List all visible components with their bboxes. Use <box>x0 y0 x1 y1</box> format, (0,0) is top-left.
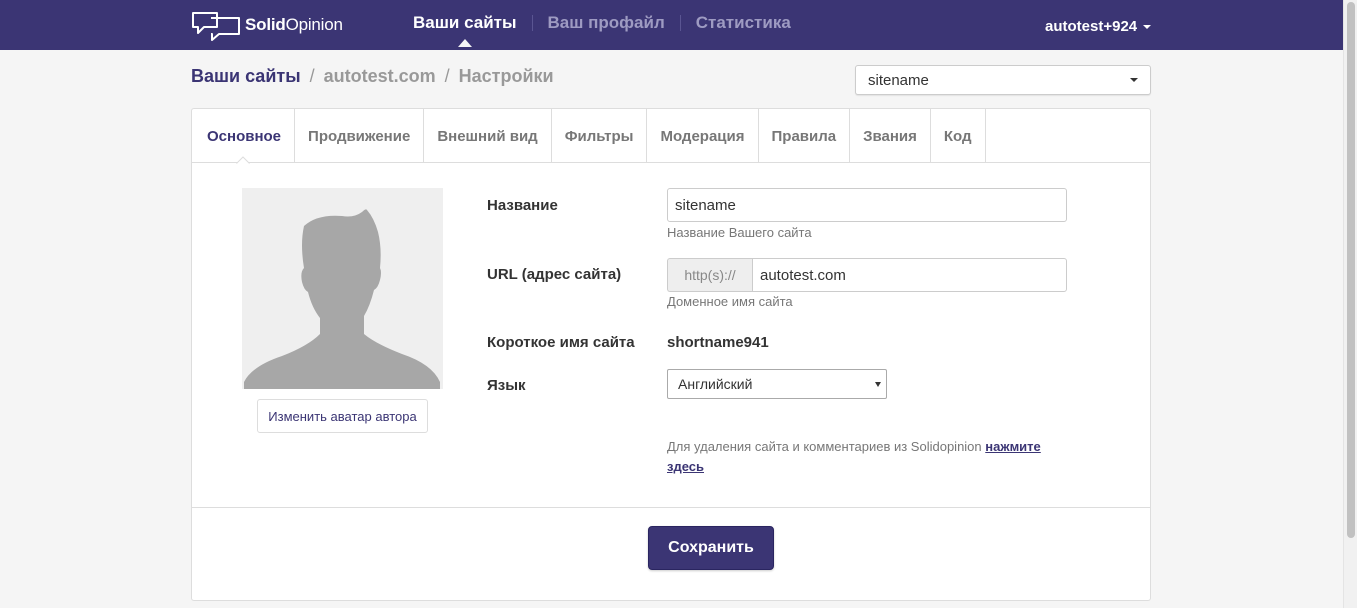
caret-down-icon <box>875 382 881 387</box>
site-name-input[interactable] <box>667 188 1067 222</box>
language-select[interactable]: Английский <box>667 369 887 399</box>
caret-down-icon <box>1143 24 1152 29</box>
top-navbar: SolidOpinion Ваши сайты Ваш профайл Стат… <box>0 0 1343 50</box>
main-nav: Ваши сайты Ваш профайл Статистика <box>413 0 791 50</box>
breadcrumb-separator: / <box>309 66 315 86</box>
active-tab-pointer <box>236 156 250 164</box>
site-name-label: Название <box>487 197 558 214</box>
breadcrumb-your-sites[interactable]: Ваши сайты <box>191 66 301 87</box>
site-name-help: Название Вашего сайта <box>667 225 812 240</box>
site-selector[interactable]: sitename <box>855 65 1151 95</box>
settings-tabs: Основное Продвижение Внешний вид Фильтры… <box>192 109 1150 164</box>
logo-text: SolidOpinion <box>245 15 343 34</box>
nav-item-statistics[interactable]: Статистика <box>696 0 791 33</box>
tab-code[interactable]: Код <box>931 109 986 163</box>
scrollbar-thumb[interactable] <box>1347 2 1355 538</box>
breadcrumb: Ваши сайты / autotest.com / Настройки <box>191 66 554 87</box>
site-selector-value: sitename <box>868 72 929 89</box>
nav-divider <box>531 15 533 31</box>
delete-site-note: Для удаления сайта и комментариев из Sol… <box>667 439 1041 474</box>
user-menu[interactable]: autotest+924 <box>1045 18 1152 35</box>
site-url-group: http(s):// <box>667 258 1067 292</box>
nav-item-your-sites[interactable]: Ваши сайты <box>413 0 517 47</box>
tab-appearance[interactable]: Внешний вид <box>424 109 552 163</box>
tab-moderation[interactable]: Модерация <box>647 109 759 163</box>
site-url-label: URL (адрес сайта) <box>487 266 622 283</box>
tab-promotion[interactable]: Продвижение <box>295 109 425 163</box>
person-silhouette-icon <box>242 188 443 389</box>
language-value: Английский <box>678 376 753 392</box>
language-label: Язык <box>487 377 526 394</box>
url-prefix: http(s):// <box>667 258 752 292</box>
active-indicator <box>458 39 472 47</box>
nav-item-your-profile[interactable]: Ваш профайл <box>548 0 665 33</box>
speech-bubbles-icon <box>192 12 240 41</box>
nav-divider <box>679 15 681 31</box>
shortname-label: Короткое имя сайта <box>487 334 635 351</box>
page-scrollbar[interactable] <box>1343 0 1357 608</box>
form-footer-divider <box>192 507 1150 508</box>
change-avatar-button[interactable]: Изменить аватар автора <box>257 399 428 433</box>
save-button[interactable]: Сохранить <box>648 526 774 570</box>
tab-filters[interactable]: Фильтры <box>552 109 648 163</box>
logo[interactable]: SolidOpinion <box>191 9 343 41</box>
breadcrumb-site: autotest.com <box>323 66 436 86</box>
tab-general[interactable]: Основное <box>192 109 296 164</box>
site-url-help: Доменное имя сайта <box>667 294 793 309</box>
caret-down-icon <box>1130 78 1138 82</box>
tab-ranks[interactable]: Звания <box>850 109 931 163</box>
author-avatar <box>242 188 443 389</box>
site-url-input[interactable] <box>752 258 1067 292</box>
user-name: autotest+924 <box>1045 18 1138 35</box>
tab-rules[interactable]: Правила <box>759 109 851 163</box>
breadcrumb-separator: / <box>444 66 450 86</box>
shortname-value: shortname941 <box>667 334 769 351</box>
breadcrumb-page: Настройки <box>458 66 554 86</box>
settings-panel: Основное Продвижение Внешний вид Фильтры… <box>191 108 1151 601</box>
